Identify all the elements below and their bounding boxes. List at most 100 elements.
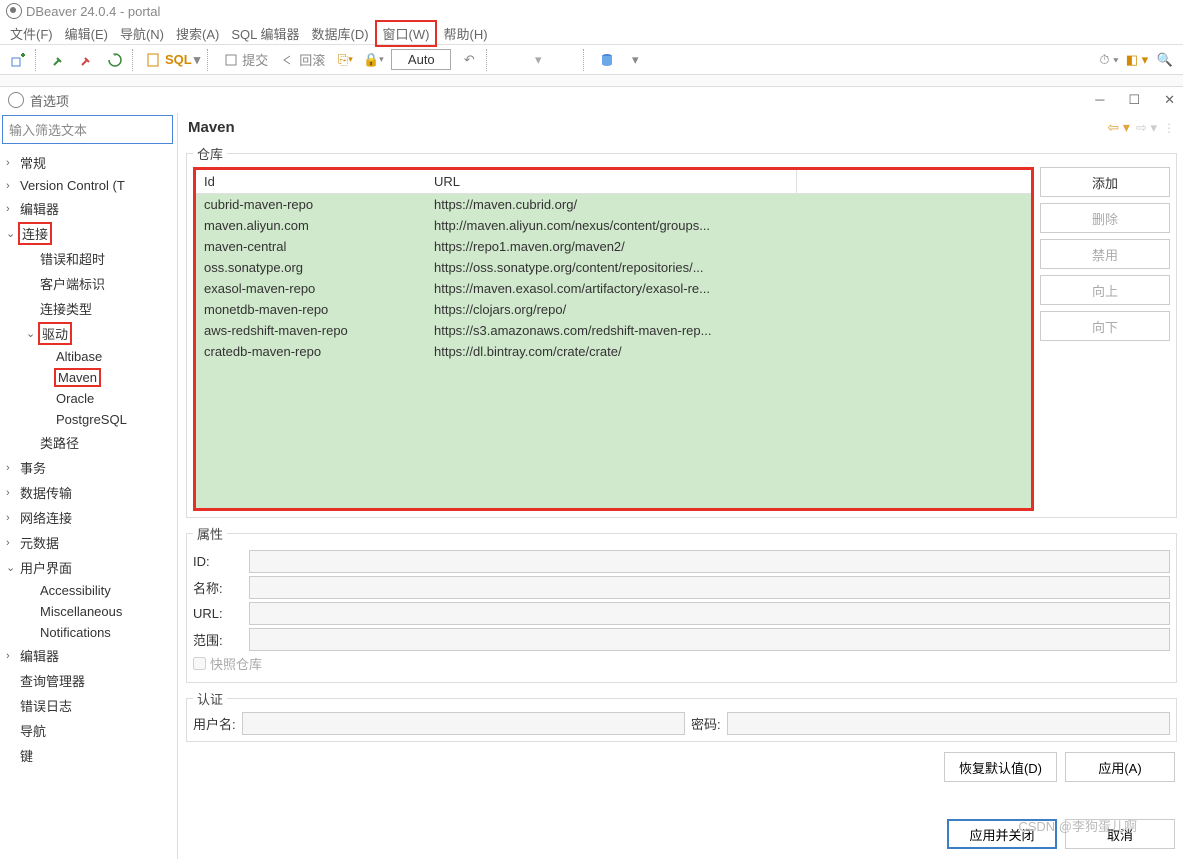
- rollback-button[interactable]: 回滚: [276, 48, 329, 72]
- auth-user-input[interactable]: [242, 712, 685, 735]
- history-icon[interactable]: ↶: [457, 48, 481, 72]
- preferences-tree[interactable]: ›常规›Version Control (T›编辑器⌄连接错误和超时客户端标识连…: [0, 146, 177, 859]
- tree-item[interactable]: ⌄连接: [0, 221, 177, 246]
- dialog-title: 首选项: [30, 91, 69, 110]
- menu-edit[interactable]: 编辑(E): [59, 22, 114, 45]
- preferences-page: Maven ⇦ ▾ ⇨ ▾ ⋮ 仓库 Id URL: [178, 113, 1183, 859]
- app-icon: [6, 3, 22, 19]
- schema-selector[interactable]: ▾: [498, 48, 578, 72]
- tree-item[interactable]: Maven: [0, 367, 177, 388]
- menu-navigate[interactable]: 导航(N): [114, 22, 170, 45]
- db-icon[interactable]: [595, 48, 619, 72]
- menu-search[interactable]: 搜索(A): [170, 22, 225, 45]
- restore-defaults-button[interactable]: 恢复默认值(D): [944, 752, 1057, 782]
- auth-legend: 认证: [193, 689, 227, 708]
- menu-dots-icon[interactable]: ⋮: [1163, 121, 1175, 135]
- tree-item[interactable]: 类路径: [0, 430, 177, 455]
- tree-item[interactable]: ›编辑器: [0, 643, 177, 668]
- tree-item[interactable]: Oracle: [0, 388, 177, 409]
- tree-item[interactable]: 连接类型: [0, 296, 177, 321]
- menu-help[interactable]: 帮助(H): [437, 22, 493, 45]
- transaction-mode-icon[interactable]: ⎘▾: [333, 48, 357, 72]
- apply-close-button[interactable]: 应用并关闭: [947, 819, 1057, 849]
- forward-icon[interactable]: ⇨ ▾: [1136, 120, 1157, 136]
- tree-item[interactable]: ›编辑器: [0, 196, 177, 221]
- tree-item[interactable]: Notifications: [0, 622, 177, 643]
- cancel-button[interactable]: 取消: [1065, 819, 1175, 849]
- new-connection-icon[interactable]: [6, 48, 30, 72]
- dialog-titlebar: 首选项 ─ ☐ ✕: [0, 87, 1183, 113]
- tree-item[interactable]: ›元数据: [0, 530, 177, 555]
- back-icon[interactable]: ⇦ ▾: [1107, 119, 1130, 136]
- table-row[interactable]: cratedb-maven-repohttps://dl.bintray.com…: [196, 341, 1031, 362]
- prop-scope-label: 范围:: [193, 630, 249, 649]
- disable-button[interactable]: 禁用: [1040, 239, 1170, 269]
- connect-icon[interactable]: [47, 48, 71, 72]
- tree-item[interactable]: 错误日志: [0, 693, 177, 718]
- tree-item[interactable]: ›网络连接: [0, 505, 177, 530]
- tree-item[interactable]: 键: [0, 743, 177, 768]
- table-row[interactable]: aws-redshift-maven-repohttps://s3.amazon…: [196, 320, 1031, 341]
- prop-name-input[interactable]: [249, 576, 1170, 599]
- tree-item[interactable]: ›事务: [0, 455, 177, 480]
- rss-icon[interactable]: ◧ ▾: [1125, 48, 1149, 72]
- table-row[interactable]: maven.aliyun.comhttp://maven.aliyun.com/…: [196, 215, 1031, 236]
- auto-commit-combo[interactable]: Auto: [391, 49, 451, 70]
- tree-item[interactable]: 客户端标识: [0, 271, 177, 296]
- tree-item[interactable]: Miscellaneous: [0, 601, 177, 622]
- repositories-table[interactable]: Id URL cubrid-maven-repohttps://maven.cu…: [193, 167, 1034, 511]
- prop-name-label: 名称:: [193, 578, 249, 597]
- table-row[interactable]: monetdb-maven-repohttps://clojars.org/re…: [196, 299, 1031, 320]
- minimize-button[interactable]: ─: [1095, 92, 1104, 108]
- tree-item[interactable]: ›常规: [0, 150, 177, 175]
- down-button[interactable]: 向下: [1040, 311, 1170, 341]
- commit-button[interactable]: 提交: [219, 48, 272, 72]
- clock-icon[interactable]: ⏱ ▾: [1097, 48, 1121, 72]
- tree-item[interactable]: ›Version Control (T: [0, 175, 177, 196]
- remove-button[interactable]: 删除: [1040, 203, 1170, 233]
- menu-sql-editor[interactable]: SQL 编辑器: [225, 22, 305, 45]
- add-button[interactable]: 添加: [1040, 167, 1170, 197]
- auth-pwd-label: 密码:: [691, 714, 721, 733]
- tree-item[interactable]: 错误和超时: [0, 246, 177, 271]
- col-url[interactable]: URL: [426, 170, 796, 194]
- tree-item[interactable]: 导航: [0, 718, 177, 743]
- table-row[interactable]: oss.sonatype.orghttps://oss.sonatype.org…: [196, 257, 1031, 278]
- disconnect-icon[interactable]: [75, 48, 99, 72]
- menu-file[interactable]: 文件(F): [4, 22, 59, 45]
- menu-database[interactable]: 数据库(D): [306, 22, 375, 45]
- maximize-button[interactable]: ☐: [1128, 92, 1140, 108]
- filter-input[interactable]: 输入筛选文本: [2, 115, 173, 144]
- tree-item[interactable]: Altibase: [0, 346, 177, 367]
- close-button[interactable]: ✕: [1164, 92, 1175, 108]
- search-icon[interactable]: 🔍: [1153, 48, 1177, 72]
- col-id[interactable]: Id: [196, 170, 426, 194]
- page-title: Maven: [188, 119, 235, 136]
- auth-pwd-input[interactable]: [727, 712, 1170, 735]
- refresh-icon[interactable]: [103, 48, 127, 72]
- tree-item[interactable]: Accessibility: [0, 580, 177, 601]
- sql-button[interactable]: SQL ▾: [142, 50, 204, 70]
- snapshot-checkbox[interactable]: [193, 657, 206, 670]
- repositories-group: 仓库 Id URL cubrid-maven-repohttps://maven…: [186, 144, 1177, 518]
- prop-url-label: URL:: [193, 606, 249, 621]
- lock-icon[interactable]: 🔒▾: [361, 48, 385, 72]
- apply-button[interactable]: 应用(A): [1065, 752, 1175, 782]
- prop-id-input[interactable]: [249, 550, 1170, 573]
- table-row[interactable]: cubrid-maven-repohttps://maven.cubrid.or…: [196, 194, 1031, 216]
- up-button[interactable]: 向上: [1040, 275, 1170, 305]
- gear-icon: [8, 92, 24, 108]
- prop-url-input[interactable]: [249, 602, 1170, 625]
- tree-item[interactable]: PostgreSQL: [0, 409, 177, 430]
- table-row[interactable]: maven-centralhttps://repo1.maven.org/mav…: [196, 236, 1031, 257]
- tree-item[interactable]: ⌄驱动: [0, 321, 177, 346]
- prop-scope-input[interactable]: [249, 628, 1170, 651]
- menu-window[interactable]: 窗口(W): [375, 20, 438, 47]
- app-title: DBeaver 24.0.4 - portal: [26, 4, 160, 19]
- db-icon2[interactable]: ▾: [623, 48, 647, 72]
- auth-group: 认证 用户名: 密码:: [186, 689, 1177, 742]
- tree-item[interactable]: ⌄用户界面: [0, 555, 177, 580]
- tree-item[interactable]: ›数据传输: [0, 480, 177, 505]
- table-row[interactable]: exasol-maven-repohttps://maven.exasol.co…: [196, 278, 1031, 299]
- tree-item[interactable]: 查询管理器: [0, 668, 177, 693]
